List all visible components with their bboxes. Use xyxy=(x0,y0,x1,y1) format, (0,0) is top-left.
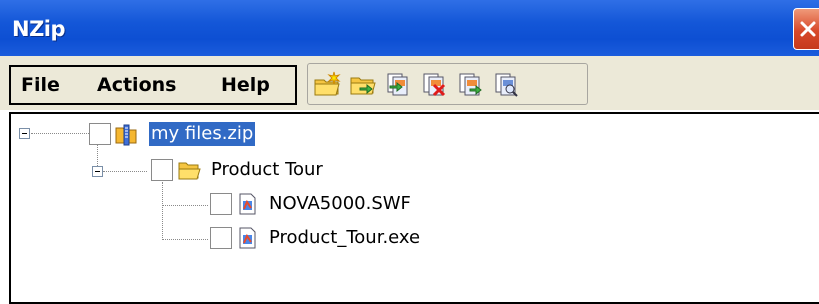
toolbar xyxy=(307,63,588,105)
tree-connector xyxy=(103,171,147,172)
window-title: NZip xyxy=(12,17,66,41)
open-archive-icon xyxy=(350,77,376,95)
extract-files-button[interactable] xyxy=(456,70,486,98)
file-icon xyxy=(239,193,256,215)
command-area: File Actions Help xyxy=(0,56,819,110)
collapse-toggle[interactable] xyxy=(19,128,30,139)
menu-help[interactable]: Help xyxy=(221,74,270,96)
tree-node-label[interactable]: NOVA5000.SWF xyxy=(267,192,413,216)
view-file-icon xyxy=(495,73,518,97)
tree-connector xyxy=(31,133,89,134)
delete-files-button[interactable] xyxy=(420,70,450,98)
node-checkbox[interactable] xyxy=(210,193,232,215)
tree-node-label[interactable]: Product_Tour.exe xyxy=(267,226,422,250)
new-archive-icon xyxy=(314,71,341,96)
view-file-button[interactable] xyxy=(492,70,522,98)
node-checkbox[interactable] xyxy=(151,159,173,181)
add-files-icon xyxy=(387,73,408,96)
close-icon xyxy=(800,21,816,37)
collapse-toggle[interactable] xyxy=(92,166,103,177)
menu-bar: File Actions Help xyxy=(9,65,297,105)
tree-connector xyxy=(162,239,208,240)
archive-tree[interactable]: my files.zip Product Tour NOVA5000.SWF P… xyxy=(9,112,819,304)
tree-node-label[interactable]: Product Tour xyxy=(209,158,325,182)
close-button[interactable] xyxy=(793,8,819,50)
file-icon xyxy=(239,227,256,249)
tree-node-label[interactable]: my files.zip xyxy=(149,122,256,146)
menu-actions[interactable]: Actions xyxy=(97,74,176,96)
zip-archive-icon xyxy=(115,124,137,146)
tree-connector xyxy=(97,145,98,166)
node-checkbox[interactable] xyxy=(210,227,232,249)
tree-connector xyxy=(162,182,163,240)
tree-connector xyxy=(162,205,208,206)
extract-files-icon xyxy=(459,73,482,96)
menu-file[interactable]: File xyxy=(21,74,60,96)
node-checkbox[interactable] xyxy=(89,123,111,145)
open-archive-button[interactable] xyxy=(348,70,378,98)
add-files-button[interactable] xyxy=(384,70,414,98)
delete-files-icon xyxy=(423,73,446,97)
title-bar[interactable]: NZip xyxy=(0,0,819,56)
new-archive-button[interactable] xyxy=(312,70,342,98)
open-folder-icon xyxy=(178,162,201,180)
